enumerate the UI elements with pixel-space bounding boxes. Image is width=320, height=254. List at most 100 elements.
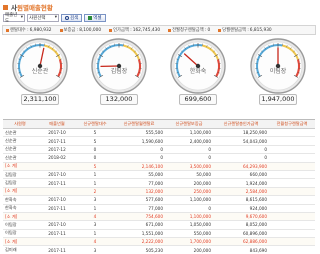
- table-cell: 5: [77, 128, 113, 138]
- year-select[interactable]: 매출년도 ▾: [3, 13, 25, 24]
- table-row: 신순관 2018-02 0 0 0 0: [3, 153, 315, 163]
- table-cell: 8,615,600: [213, 195, 269, 205]
- gauge-name: 김팀장: [110, 68, 128, 75]
- summary-item: 당월렌탈금액 : 6,815,930: [218, 27, 272, 33]
- table-cell: [269, 187, 315, 197]
- table-cell: [269, 170, 315, 180]
- column-header: 사원명: [3, 119, 37, 129]
- table-cell: 2017-10: [37, 195, 77, 205]
- table-row: 이팀장 2017-10 3 671,000 1,050,000 8,052,000: [3, 220, 315, 230]
- table-cell: 1,050,000: [165, 220, 213, 230]
- bullet-icon: [59, 28, 63, 32]
- subtotal-row: [소 계] 4 2,222,000 1,700,000 62,886,000: [3, 237, 315, 247]
- search-button-label: 검색: [70, 15, 79, 21]
- gauge-value: 699,600: [179, 94, 217, 105]
- gauge-name: 신순관: [31, 68, 49, 75]
- table-cell: 0: [165, 204, 213, 213]
- summary-item: 렌탈대수 : 6,980,932: [6, 27, 52, 33]
- table-row: 한화숙 2017-10 3 577,600 1,100,000 8,615,600: [3, 195, 315, 205]
- table-cell: 577,600: [113, 195, 165, 205]
- table-cell: 신순관: [3, 153, 37, 163]
- table-cell: 50,000: [165, 170, 213, 180]
- table-cell: 8,052,000: [213, 220, 269, 230]
- excel-button-label: 엑셀: [93, 15, 102, 21]
- table-cell: 671,000: [113, 220, 165, 230]
- table-cell: [269, 128, 315, 138]
- table-row: 한화숙 2017-11 1 77,000 0 924,000: [3, 204, 315, 213]
- table-cell: [소 계]: [3, 187, 37, 197]
- table-cell: [37, 212, 77, 222]
- chevron-down-icon: ▾: [20, 15, 23, 20]
- table-cell: [269, 212, 315, 222]
- table-cell: 0: [165, 145, 213, 155]
- table-cell: 1: [77, 170, 113, 180]
- table-cell: [269, 204, 315, 213]
- table-cell: 2,584,000: [213, 187, 269, 197]
- table-cell: 77,000: [113, 178, 165, 188]
- table-row: 신순관 2017-12 0 0 0 0: [3, 145, 315, 155]
- table-cell: [269, 178, 315, 188]
- table-cell: 2017-12: [37, 145, 77, 155]
- page-title: 사원별매출현황: [3, 2, 53, 12]
- table-cell: 한화숙: [3, 195, 37, 205]
- table-cell: 4: [77, 212, 113, 222]
- table-cell: 1,100,000: [165, 128, 213, 138]
- table-cell: 0: [213, 153, 269, 163]
- table-cell: 62,886,000: [213, 237, 269, 247]
- table-cell: 2: [77, 187, 113, 197]
- table-row: 신순관 2017-10 5 555,500 1,100,000 18,250,900: [3, 128, 315, 138]
- table-cell: 550,000: [165, 229, 213, 239]
- gauge-value: 132,000: [100, 94, 138, 105]
- table-cell: 250,000: [165, 187, 213, 197]
- table-cell: 3,500,000: [165, 162, 213, 171]
- table-row: 김미래 2017-11 3 505,230 200,000 843,690: [3, 245, 315, 254]
- bullet-icon: [6, 28, 9, 32]
- chevron-down-icon: ▾: [54, 15, 57, 20]
- table-cell: [37, 162, 77, 171]
- table-cell: 1: [77, 229, 113, 239]
- table-cell: 1,700,000: [165, 237, 213, 247]
- table-cell: [269, 153, 315, 163]
- table-cell: 64,293,900: [213, 162, 269, 171]
- table-cell: 2,222,000: [113, 237, 165, 247]
- table-cell: 2017-10: [37, 220, 77, 230]
- employee-select[interactable]: 사원선택 ▾: [27, 13, 59, 22]
- excel-button[interactable]: 엑셀: [84, 13, 106, 22]
- search-icon: [65, 15, 69, 20]
- summary-item: 전월청구렌탈금액 : 0: [168, 27, 210, 33]
- table-cell: 김미래: [3, 245, 37, 254]
- table-cell: 5: [77, 136, 113, 146]
- table-cell: 3: [77, 245, 113, 254]
- gauge-value: 2,311,100: [21, 94, 59, 105]
- table-cell: 660,000: [213, 170, 269, 180]
- table-cell: [소 계]: [3, 212, 37, 222]
- table-cell: 132,000: [113, 187, 165, 197]
- summary-item: 보증금 : 8,100,000: [59, 27, 101, 33]
- table-cell: 555,500: [113, 128, 165, 138]
- table-row: 신순관 2017-11 5 1,590,600 2,400,000 54,043,000: [3, 136, 315, 146]
- table-cell: 2017-11: [37, 204, 77, 213]
- table-cell: 0: [113, 153, 165, 163]
- column-header: 신규렌탈월렌탈료: [113, 119, 165, 129]
- bullet-icon: [168, 28, 172, 32]
- column-header: 신규렌탈대수: [77, 119, 113, 129]
- table-cell: 0: [113, 145, 165, 155]
- column-header: 신규렌탈보증금: [165, 119, 213, 129]
- bullet-icon: [218, 28, 222, 32]
- table-cell: 843,690: [213, 245, 269, 254]
- table-cell: 2017-11: [37, 245, 77, 254]
- gauge: 한화숙 699,600: [168, 36, 228, 114]
- table-cell: 18,250,900: [213, 128, 269, 138]
- table-cell: 4: [77, 237, 113, 247]
- table-cell: 55,000: [113, 170, 165, 180]
- table-cell: 2,400,000: [165, 136, 213, 146]
- table-cell: 0: [77, 145, 113, 155]
- table-cell: 924,000: [213, 204, 269, 213]
- search-button[interactable]: 검색: [61, 13, 83, 22]
- table-cell: [269, 237, 315, 247]
- page-title-text: 사원별매출현황: [11, 4, 53, 12]
- table-cell: [269, 245, 315, 254]
- table-cell: 2017-10: [37, 170, 77, 180]
- employee-select-label: 사원선택: [29, 15, 46, 21]
- table-cell: 3: [77, 195, 113, 205]
